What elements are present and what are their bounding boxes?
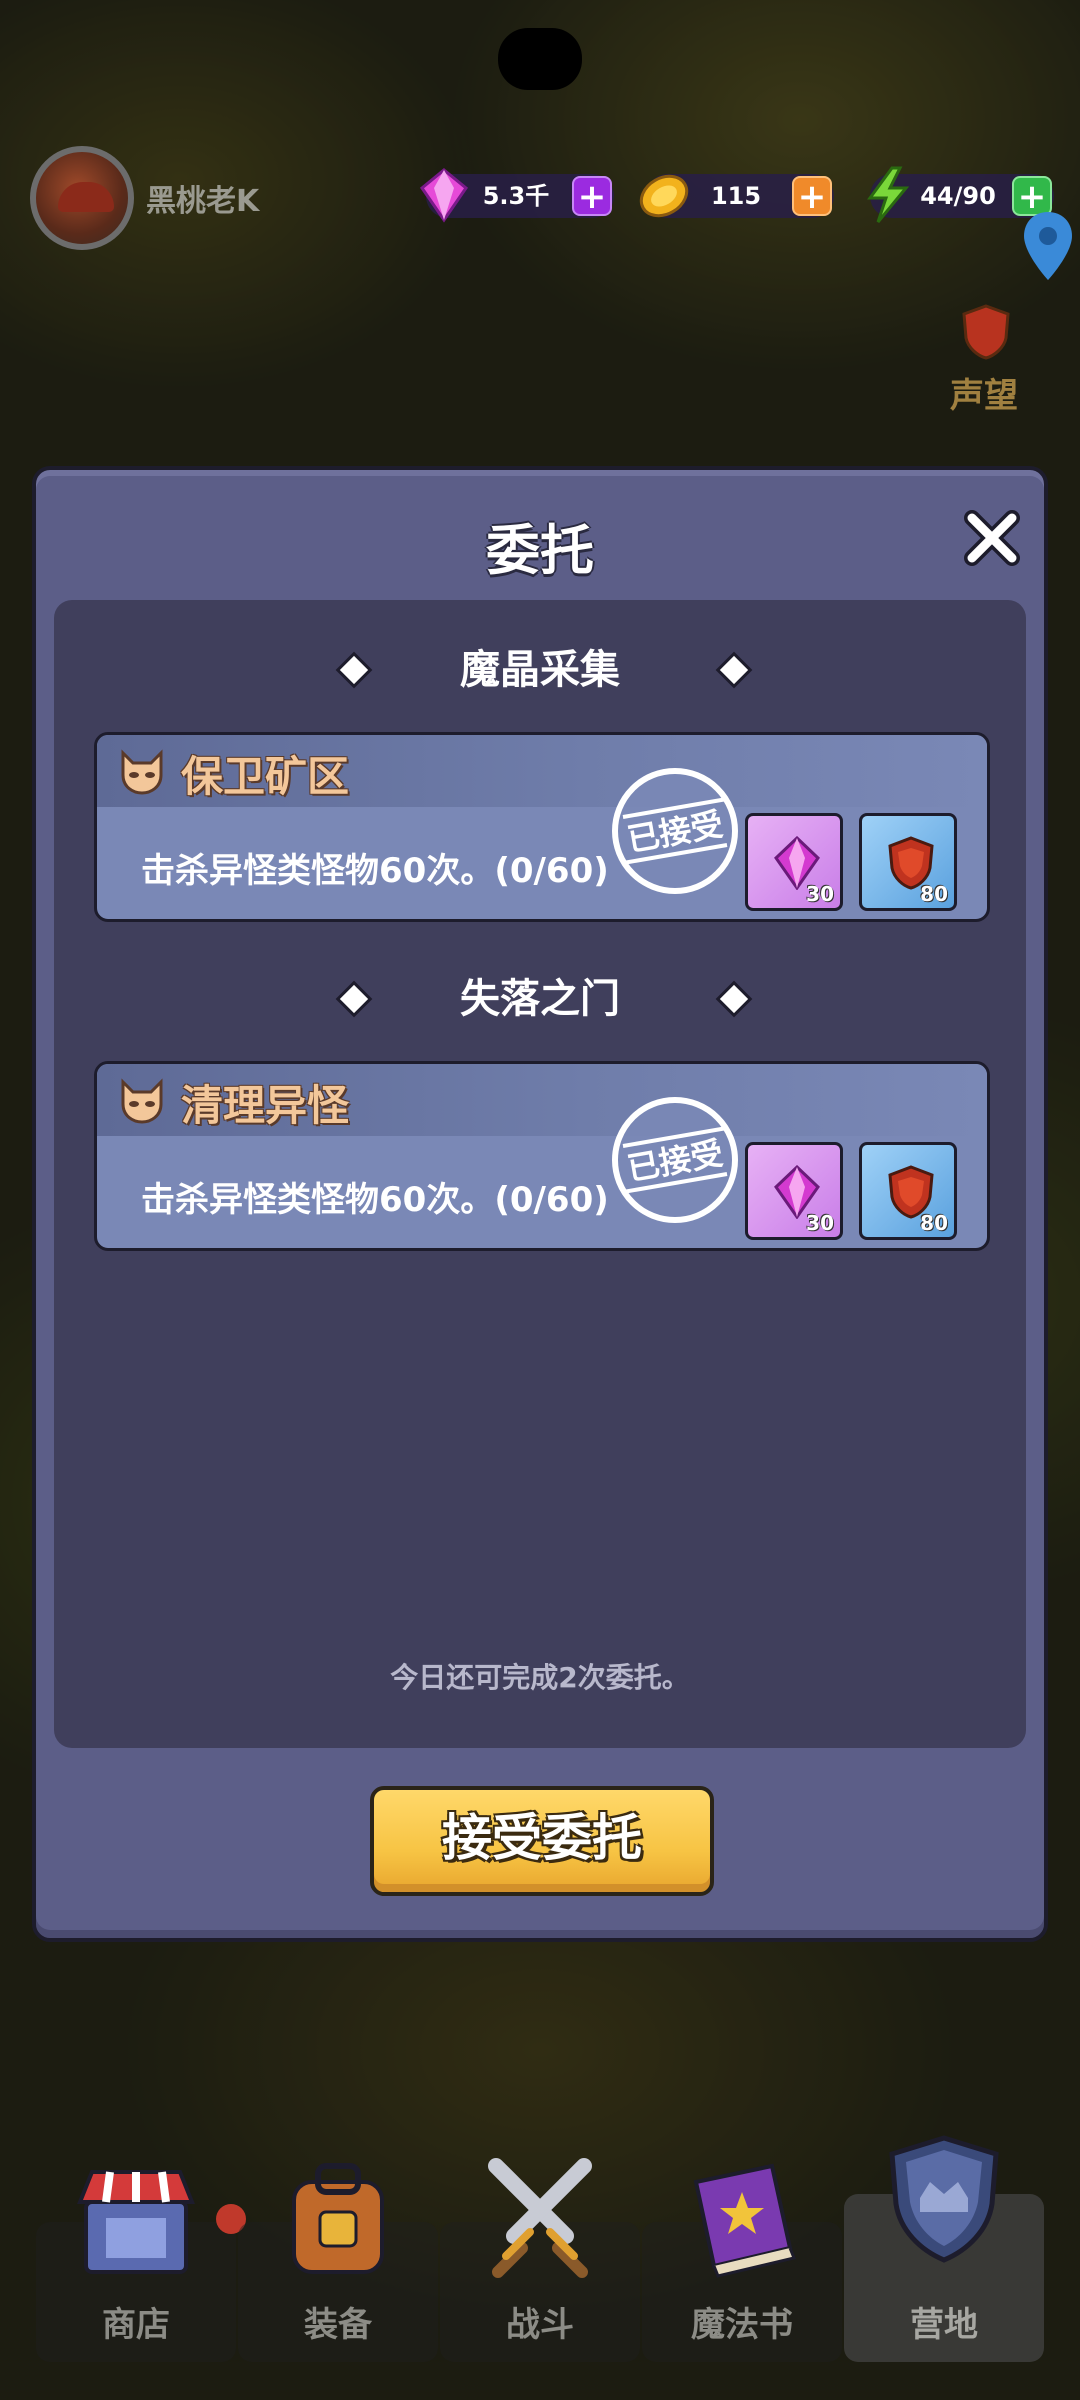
fame-shield-icon[interactable] (960, 304, 1012, 360)
section-header: 失落之门 (54, 969, 1026, 1029)
reward-quantity: 30 (806, 882, 834, 906)
close-icon[interactable] (962, 508, 1022, 568)
fame-label[interactable]: 声望 (950, 368, 1018, 417)
nav-equipment-label: 装备 (304, 2305, 372, 2345)
nav-battle-label: 战斗 (506, 2305, 574, 2345)
nav-spellbook-label: 魔法书 (691, 2305, 793, 2345)
camera-notch (498, 28, 582, 90)
diamond-icon (719, 984, 749, 1014)
section-header: 魔晶采集 (54, 640, 1026, 700)
nav-equipment[interactable]: 装备 (238, 2163, 438, 2362)
section-title: 魔晶采集 (460, 647, 620, 693)
commission-list-panel: 魔晶采集 保卫矿区 击杀异怪类怪物60次。(0/60) 已接受 30 80 失落… (54, 600, 1026, 1748)
monster-mask-icon (121, 749, 163, 795)
nav-shop[interactable]: 商店 (36, 2170, 236, 2362)
reward-quantity: 30 (806, 1211, 834, 1235)
crossed-swords-icon (488, 2158, 592, 2278)
accept-commission-label: 接受委托 (442, 1809, 642, 1867)
add-gems-button[interactable]: + (572, 176, 612, 216)
coins-value: 115 (710, 182, 762, 210)
bottom-nav: 商店 装备 战斗 魔法书 营地 (36, 2118, 1046, 2368)
spellbook-icon (693, 2163, 797, 2278)
gems-counter: 5.3千 + (419, 168, 614, 223)
nav-camp[interactable]: 营地 (844, 2135, 1044, 2362)
nav-shop-label: 商店 (102, 2305, 170, 2345)
reward-gem[interactable]: 30 (745, 813, 843, 911)
task-name: 清理异怪 (181, 1081, 350, 1130)
remaining-commissions-text: 今日还可完成2次委托。 (390, 1661, 690, 1694)
lightning-icon (867, 166, 910, 223)
reward-fame[interactable]: 80 (859, 813, 957, 911)
energy-value: 44/90 (920, 182, 996, 210)
gem-icon (419, 168, 469, 223)
accept-commission-button[interactable]: 接受委托 (370, 1786, 714, 1896)
accepted-stamp: 已接受 (612, 1097, 738, 1223)
task-description: 击杀异怪类怪物60次。(0/60) (141, 851, 609, 891)
section-title: 失落之门 (460, 976, 620, 1022)
gems-value: 5.3千 (482, 182, 550, 210)
reward-fame[interactable]: 80 (859, 1142, 957, 1240)
coins-counter: 115 + (639, 174, 834, 218)
backpack-icon (292, 2163, 384, 2274)
map-pin-icon[interactable] (1022, 210, 1074, 282)
task-card-header: 清理异怪 (97, 1064, 987, 1136)
diamond-icon (339, 655, 369, 685)
dialog-title: 委托 (486, 519, 594, 582)
player-name: 黑桃老K (146, 184, 260, 219)
diamond-icon (339, 984, 369, 1014)
add-coins-button[interactable]: + (792, 176, 832, 216)
coin-icon (639, 174, 689, 218)
nav-battle[interactable]: 战斗 (440, 2158, 640, 2362)
reward-gem[interactable]: 30 (745, 1142, 843, 1240)
nav-spellbook[interactable]: 魔法书 (642, 2163, 842, 2362)
shop-icon (77, 2170, 195, 2274)
diamond-icon (719, 655, 749, 685)
accepted-stamp: 已接受 (612, 768, 738, 894)
task-name: 保卫矿区 (181, 752, 350, 801)
monster-mask-icon (121, 1078, 163, 1124)
player-avatar[interactable] (30, 146, 134, 250)
commission-dialog: 委托 魔晶采集 保卫矿区 击杀异怪类怪物60次。(0/60) 已接受 30 80… (32, 466, 1048, 1942)
task-card-header: 保卫矿区 (97, 735, 987, 807)
nav-camp-label: 营地 (910, 2305, 978, 2345)
task-card[interactable]: 清理异怪 击杀异怪类怪物60次。(0/60) 已接受 30 80 (94, 1061, 990, 1251)
task-card[interactable]: 保卫矿区 击杀异怪类怪物60次。(0/60) 已接受 30 80 (94, 732, 990, 922)
reward-quantity: 80 (920, 1211, 948, 1235)
task-description: 击杀异怪类怪物60次。(0/60) (141, 1180, 609, 1220)
camp-shield-icon (889, 2135, 999, 2263)
reward-quantity: 80 (920, 882, 948, 906)
